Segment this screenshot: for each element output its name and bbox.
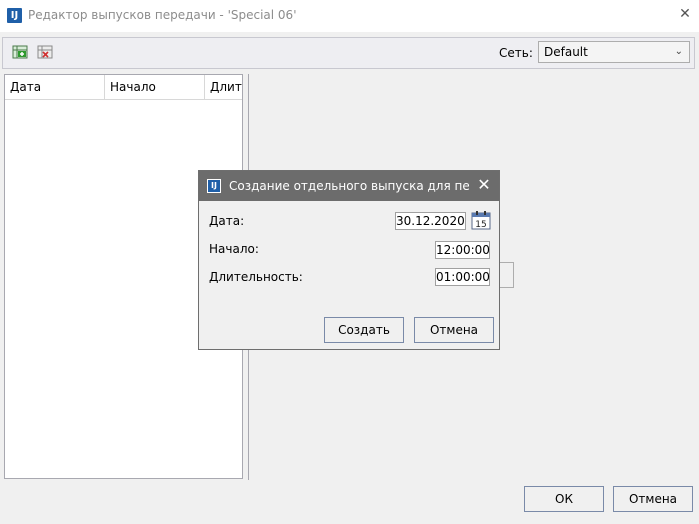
duration-label: Длительность: bbox=[209, 270, 303, 284]
dialog-close-button[interactable]: ✕ bbox=[475, 176, 493, 194]
create-issue-dialog: IJ Создание отдельного выпуска для перед… bbox=[198, 170, 500, 350]
delete-item-button[interactable] bbox=[37, 44, 53, 60]
window-title: Редактор выпусков передачи - 'Special 06… bbox=[28, 8, 297, 22]
duration-field[interactable]: 01:00:00 bbox=[435, 268, 490, 286]
column-header-date[interactable]: Дата bbox=[5, 75, 105, 99]
delete-item-icon bbox=[37, 45, 53, 59]
network-label: Сеть: bbox=[499, 46, 533, 60]
ok-button[interactable]: ОК bbox=[524, 486, 604, 512]
window-close-button[interactable]: ✕ bbox=[676, 5, 694, 23]
cancel-button[interactable]: Отмена bbox=[613, 486, 693, 512]
network-select-value: Default bbox=[544, 45, 588, 59]
calendar-day-text: 15 bbox=[475, 220, 486, 230]
window-titlebar: IJ Редактор выпусков передачи - 'Special… bbox=[0, 0, 699, 32]
calendar-icon: 15 bbox=[471, 211, 491, 230]
add-item-icon bbox=[12, 45, 28, 59]
network-select[interactable]: Default ⌄ bbox=[538, 41, 690, 63]
grid-header: Дата Начало Длит. bbox=[5, 75, 242, 100]
date-field[interactable]: 30.12.2020 bbox=[395, 212, 466, 230]
dialog-app-icon: IJ bbox=[207, 179, 221, 193]
column-header-duration[interactable]: Длит. bbox=[205, 75, 242, 99]
dialog-titlebar: IJ Создание отдельного выпуска для перед… bbox=[199, 171, 499, 201]
calendar-button[interactable]: 15 bbox=[471, 211, 491, 230]
start-time-field[interactable]: 12:00:00 bbox=[435, 241, 490, 259]
dialog-title: Создание отдельного выпуска для перед... bbox=[229, 179, 469, 193]
column-header-start[interactable]: Начало bbox=[105, 75, 205, 99]
create-button[interactable]: Создать bbox=[324, 317, 404, 343]
dialog-cancel-button[interactable]: Отмена bbox=[414, 317, 494, 343]
chevron-down-icon: ⌄ bbox=[674, 46, 683, 57]
start-label: Начало: bbox=[209, 242, 259, 256]
main-window: IJ Редактор выпусков передачи - 'Special… bbox=[0, 0, 699, 524]
app-logo-icon: IJ bbox=[7, 8, 22, 23]
date-label: Дата: bbox=[209, 214, 245, 228]
add-item-button[interactable] bbox=[12, 44, 28, 60]
